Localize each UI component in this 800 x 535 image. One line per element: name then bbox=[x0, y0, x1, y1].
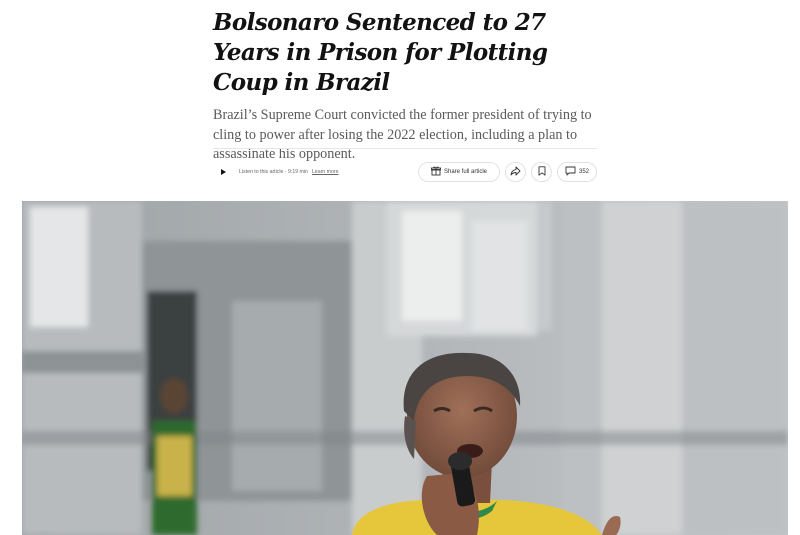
article-summary: Brazil’s Supreme Court convicted the for… bbox=[213, 107, 592, 162]
article-header: Bolsonaro Sentenced to 27 Years in Priso… bbox=[213, 8, 603, 165]
share-button[interactable] bbox=[505, 162, 526, 182]
gift-icon bbox=[431, 163, 441, 181]
comments-button[interactable]: 352 bbox=[557, 162, 597, 182]
toolbar-divider bbox=[213, 148, 597, 149]
building-background bbox=[22, 201, 788, 535]
play-icon[interactable] bbox=[221, 169, 226, 175]
save-button[interactable] bbox=[531, 162, 552, 182]
listen-label: Listen to this article · 9:19 min bbox=[239, 169, 308, 175]
lead-photo bbox=[22, 201, 788, 535]
learn-more-link[interactable]: Learn more bbox=[312, 169, 339, 175]
listen-to-article[interactable]: Listen to this article · 9:19 min Learn … bbox=[213, 169, 413, 175]
bookmark-icon bbox=[538, 163, 546, 181]
share-full-article-label: Share full article bbox=[443, 169, 488, 175]
share-full-article-button[interactable]: Share full article bbox=[418, 162, 500, 182]
article-toolbar: Listen to this article · 9:19 min Learn … bbox=[213, 161, 597, 183]
article-headline: Bolsonaro Sentenced to 27 Years in Priso… bbox=[213, 9, 548, 96]
lead-photo-illustration bbox=[22, 201, 788, 535]
comment-count: 352 bbox=[578, 169, 589, 175]
share-arrow-icon bbox=[510, 163, 521, 181]
comment-icon bbox=[565, 163, 576, 181]
